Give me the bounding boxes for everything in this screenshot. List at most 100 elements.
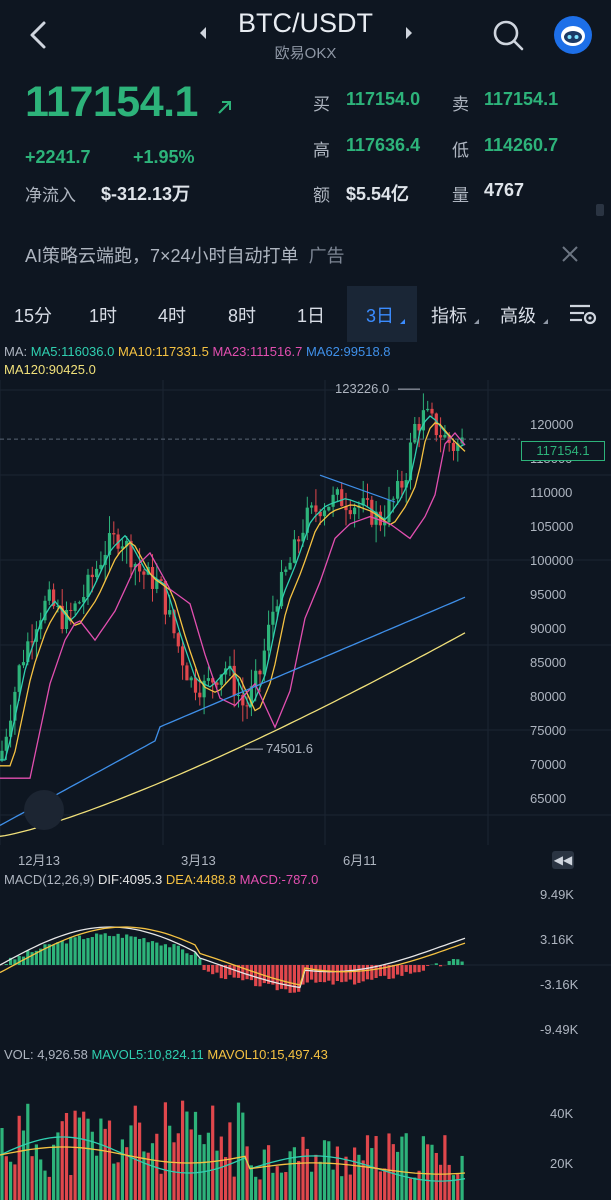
- x-tick-2: 6月11: [343, 853, 377, 868]
- macd-bar: [133, 936, 137, 965]
- candle-body: [310, 505, 314, 508]
- volume-bar: [103, 1128, 107, 1200]
- macd-bar: [159, 945, 163, 965]
- volume-bar: [17, 1115, 21, 1200]
- macd-bar: [391, 965, 395, 979]
- tab-1d[interactable]: 1日: [297, 302, 325, 328]
- ma-legend: MA: MA5:116036.0 MA10:117331.5 MA23:1115…: [4, 344, 391, 359]
- macd-bar: [460, 961, 464, 965]
- macd-chart[interactable]: [0, 888, 611, 1043]
- top-nav: BTC/USDT 欧易OKX: [0, 0, 611, 72]
- macd-bar: [451, 958, 456, 965]
- volume-bar: [95, 1155, 99, 1200]
- current-price-tag: 117154.1: [521, 441, 605, 461]
- tab-indicators[interactable]: 指标: [431, 302, 467, 328]
- macd-bar: [129, 936, 133, 965]
- min-price-label: 74501.6: [266, 741, 313, 756]
- y-tick-7: 85000: [530, 655, 567, 670]
- volume-bar: [193, 1111, 198, 1200]
- macd-bar: [417, 965, 421, 973]
- tab-1h[interactable]: 1时: [89, 302, 117, 328]
- candle-body: [30, 641, 34, 643]
- volume-bar: [30, 1156, 34, 1200]
- search-icon[interactable]: [490, 17, 526, 53]
- volume-bar: [34, 1144, 38, 1200]
- x-tick-1: 3月13: [181, 853, 216, 868]
- ad-banner[interactable]: AI策略云端跑，7×24小时自动打单 广告: [25, 242, 345, 268]
- volume-bar: [279, 1172, 284, 1200]
- macd-bar: [348, 965, 352, 980]
- candle-body: [340, 489, 344, 507]
- volume-bar: [271, 1172, 275, 1200]
- macd-bar: [99, 934, 103, 965]
- volume-bar: [391, 1144, 395, 1200]
- candle-body: [413, 423, 417, 443]
- macd-bar: [400, 965, 404, 976]
- next-pair-icon[interactable]: [404, 25, 414, 41]
- volume-bar: [353, 1147, 357, 1200]
- volume-bar: [430, 1144, 434, 1200]
- high-label: 高: [313, 141, 330, 160]
- volume-chart[interactable]: [0, 1063, 611, 1200]
- candle-body: [391, 498, 395, 500]
- ma-legend-line2: MA120:90425.0: [4, 362, 96, 377]
- candle-body: [17, 665, 21, 692]
- macd-bar: [439, 965, 443, 967]
- volume-bar: [396, 1151, 400, 1200]
- macd-bar: [52, 945, 56, 965]
- candle-body: [236, 694, 241, 696]
- ma120-value: MA120:90425.0: [4, 362, 96, 377]
- tab-8h[interactable]: 8时: [228, 302, 256, 328]
- low-label: 低: [452, 141, 469, 160]
- candle-body: [439, 435, 443, 438]
- candle-body: [77, 602, 81, 604]
- macd-bar: [279, 965, 284, 989]
- volume-bar: [292, 1147, 296, 1200]
- volume-bar: [400, 1136, 404, 1200]
- tab-3d[interactable]: 3日: [366, 302, 394, 328]
- volume-bar: [249, 1165, 253, 1200]
- tab-15m[interactable]: 15分: [14, 302, 52, 328]
- y-tick-5: 95000: [530, 587, 567, 602]
- volume-bar: [344, 1156, 348, 1200]
- candle-body: [314, 505, 318, 512]
- volume-bar: [224, 1157, 228, 1200]
- candle-body: [73, 603, 77, 611]
- macd-bar: [288, 965, 292, 993]
- macd-bar: [103, 933, 107, 965]
- candlestick-chart[interactable]: 123226.0 74501.6: [0, 380, 611, 845]
- candle-body: [426, 408, 430, 411]
- volume-bar: [297, 1160, 301, 1200]
- volume-bar: [206, 1132, 210, 1200]
- change-abs: +2241.7: [25, 147, 91, 167]
- macd-bar: [215, 965, 219, 973]
- volume-bar: [4, 1156, 8, 1200]
- macd-bar: [310, 965, 314, 980]
- macd-bar: [413, 965, 417, 973]
- collapse-axis-button[interactable]: ◀◀: [552, 851, 574, 869]
- volume-bar: [404, 1133, 408, 1200]
- macd-bar: [172, 944, 176, 965]
- tab-4h[interactable]: 4时: [158, 302, 186, 328]
- macd-bar: [206, 965, 210, 972]
- max-price-label: 123226.0: [335, 381, 389, 396]
- volume-bar: [198, 1134, 202, 1200]
- volume-bar: [413, 1177, 417, 1200]
- volume-bar: [86, 1118, 90, 1200]
- scroll-indicator: [596, 204, 604, 216]
- assistant-avatar-icon[interactable]: [554, 16, 592, 54]
- close-icon[interactable]: [560, 244, 580, 264]
- candle-body: [335, 489, 339, 495]
- volume-bar: [232, 1176, 236, 1200]
- macd-bar: [258, 965, 262, 987]
- mavol10-value: MAVOL10:15,497.43: [207, 1047, 328, 1062]
- ma120-line: [0, 632, 466, 837]
- chart-settings-icon[interactable]: [568, 300, 598, 328]
- tab-advanced[interactable]: 高级: [500, 302, 536, 328]
- volume-bar: [176, 1133, 180, 1200]
- macd-bar: [378, 965, 382, 977]
- chart-logo-icon: [24, 790, 64, 830]
- candle-body: [95, 568, 99, 578]
- high-value: 117636.4: [346, 135, 421, 155]
- y-tick-8: 80000: [530, 689, 567, 704]
